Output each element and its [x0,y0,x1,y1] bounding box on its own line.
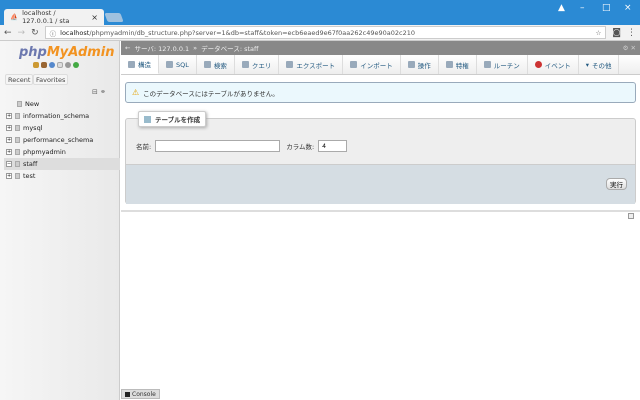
url-input[interactable]: ⓘ localhost/phpmyadmin/db_structure.php?… [44,26,607,39]
tab-sql[interactable]: SQL [159,55,197,74]
table-name-input[interactable] [155,140,281,152]
tab-search[interactable]: 検索 [197,55,235,74]
help-icon[interactable] [49,62,55,68]
browser-titlebar: ⛵ localhost / 127.0.0.1 / sta × ▲ – □ × [0,0,640,25]
column-count-input[interactable] [318,140,348,152]
reload-nav-icon[interactable] [73,62,79,68]
main-panel: ← サーバ: 127.0.0.1 » データベース: staff ⚙ ✕ 構造 … [121,41,640,400]
menu-icon[interactable]: ⋮ [627,28,636,38]
url-path: /phpmyadmin/db_structure.php?server=1&db… [89,28,416,37]
back-arrow-icon[interactable]: ← [125,44,130,52]
tab-operations[interactable]: 操作 [401,55,439,74]
console-icon [125,391,130,397]
no-tables-notice: ⚠ このデータベースにはテーブルがありません。 [125,82,636,103]
name-label: 名前: [136,143,152,151]
tree-item-database[interactable]: + mysql [4,122,120,134]
recent-button[interactable]: Recent [5,74,34,85]
tab-privileges[interactable]: 特権 [439,55,477,74]
docs-icon[interactable] [57,62,63,68]
columns-label: カラム数: [286,143,315,151]
breadcrumb: ← サーバ: 127.0.0.1 » データベース: staff ⚙ ✕ [121,41,640,55]
logout-icon[interactable] [41,62,47,68]
tab-routines[interactable]: ルーチン [477,55,528,74]
close-tab-icon[interactable]: × [91,13,98,22]
go-button[interactable]: 実行 [606,178,627,190]
pma-favicon-icon: ⛵ [10,13,19,21]
favorites-button[interactable]: Favorites [33,74,69,85]
tree-item-database[interactable]: + phpmyadmin [4,146,120,158]
tab-query[interactable]: クエリ [235,55,280,74]
info-icon: ⓘ [49,29,57,38]
back-icon[interactable]: ← [4,28,12,38]
database-tree: New + information_schema + mysql + performa… [4,98,120,182]
camera-icon[interactable]: ◙ [612,28,621,38]
tab-structure[interactable]: 構造 [121,55,159,74]
url-host: localhost [60,28,90,37]
navigation-panel: phpMyAdmin Recent Favorites ⊟ ⚭ New + inf… [0,41,120,400]
user-icon[interactable]: ▲ [558,3,565,13]
minimize-icon[interactable]: – [580,3,585,13]
form-footer: 実行 [126,164,635,204]
collapse-all-icon[interactable]: ⊟ ⚭ [92,88,106,96]
create-table-legend: テーブルを作成 [138,111,207,127]
breadcrumb-database[interactable]: データベース: staff [201,43,258,53]
table-add-icon [144,115,151,123]
bookmark-star-icon[interactable]: ☆ [595,29,601,37]
tree-item-database-selected[interactable]: − staff [4,158,120,170]
phpmyadmin-logo[interactable]: phpMyAdmin [19,45,115,60]
tab-bar: 構造 SQL 検索 クエリ エクスポート インポート 操作 特権 ルーチン イベ… [121,55,640,75]
tab-more[interactable]: ▾ その他 [579,55,620,74]
forward-icon[interactable]: → [18,28,26,38]
tree-item-database[interactable]: + information_schema [4,110,120,122]
tab-title: localhost / 127.0.0.1 / sta [22,9,70,25]
browser-tab[interactable]: ⛵ localhost / 127.0.0.1 / sta × [4,9,104,25]
tab-import[interactable]: インポート [343,55,401,74]
page-settings-icon[interactable] [628,213,634,219]
maximize-icon[interactable]: □ [602,3,611,13]
tree-item-database[interactable]: + performance_schema [4,134,120,146]
tree-item-database[interactable]: + test [4,170,120,182]
nav-icons [33,62,79,68]
tab-events[interactable]: イベント [528,55,579,74]
settings-icon[interactable] [65,62,71,68]
warning-icon: ⚠ [132,88,140,97]
settings-icon[interactable]: ⚙ ✕ [623,44,636,52]
reload-icon[interactable]: ↻ [31,28,39,38]
new-tab-button[interactable] [104,13,124,22]
divider [121,210,640,212]
home-icon[interactable] [33,62,39,68]
tree-item-new[interactable]: New [4,98,120,110]
console-toggle[interactable]: Console [121,389,160,399]
address-bar-row: ← → ↻ ⓘ localhost/phpmyadmin/db_structur… [0,25,640,41]
breadcrumb-server[interactable]: サーバ: 127.0.0.1 [134,43,189,53]
tab-export[interactable]: エクスポート [279,55,344,74]
close-window-icon[interactable]: × [624,3,632,13]
create-table-form: テーブルを作成 名前: カラム数: 実行 [125,111,636,204]
